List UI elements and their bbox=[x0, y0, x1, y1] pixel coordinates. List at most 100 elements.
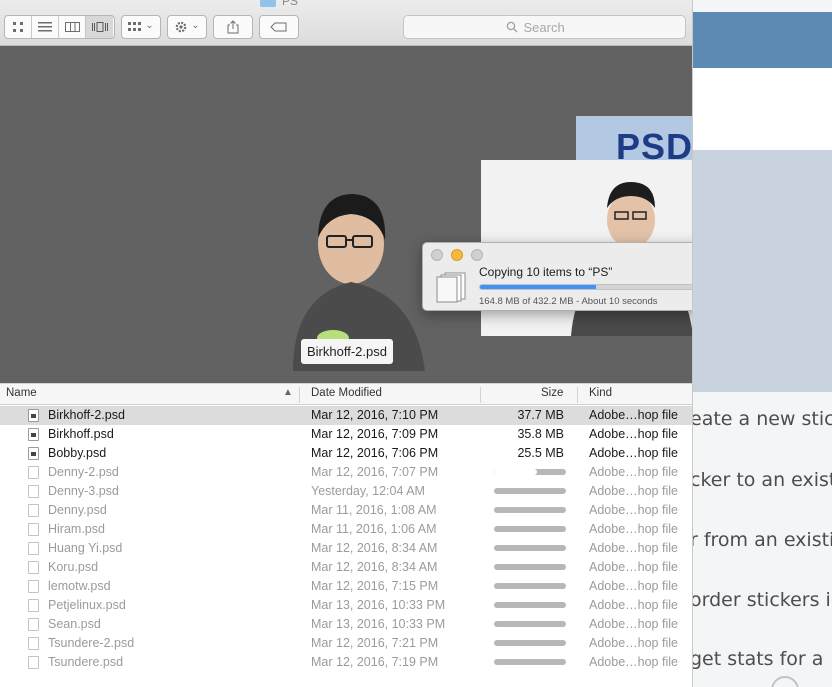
psd-file-icon bbox=[28, 485, 39, 498]
file-row[interactable]: Petjelinux.psd Mar 13, 2016, 10:33 PM Adob… bbox=[0, 596, 692, 615]
list-view-icon bbox=[38, 22, 52, 32]
psd-file-icon bbox=[28, 523, 39, 536]
preview-caption: Birkhoff-2.psd bbox=[301, 339, 393, 364]
copy-progress-dialog: Copying 10 items to “PS” 164.8 MB of 432… bbox=[422, 242, 692, 311]
file-size: 37.7 MB bbox=[517, 408, 564, 422]
close-window-button[interactable] bbox=[431, 249, 443, 261]
file-row[interactable]: Birkhoff-2.psd Mar 12, 2016, 7:10 PM 37.7 … bbox=[0, 406, 692, 425]
file-name: Birkhoff-2.psd bbox=[48, 408, 125, 422]
web-menu-line[interactable]: r from an existin bbox=[693, 529, 832, 551]
file-date-modified: Mar 12, 2016, 7:07 PM bbox=[311, 465, 439, 479]
column-divider[interactable] bbox=[480, 387, 481, 403]
file-date-modified: Mar 13, 2016, 10:33 PM bbox=[311, 617, 446, 631]
window-title-label: PS bbox=[282, 0, 299, 8]
column-view-button[interactable] bbox=[59, 16, 86, 38]
cover-flow-preview: PSD Birkhoff-2.psd bbox=[0, 46, 692, 383]
file-copy-progress-bar bbox=[494, 488, 566, 494]
file-name: Tsundere-2.psd bbox=[48, 636, 135, 650]
file-date-modified: Mar 12, 2016, 8:34 AM bbox=[311, 560, 438, 574]
arrange-button[interactable]: ⌄ bbox=[121, 15, 161, 39]
psd-file-icon bbox=[28, 466, 39, 479]
file-name: Tsundere.psd bbox=[48, 655, 124, 669]
file-row[interactable]: Birkhoff.psd Mar 12, 2016, 7:09 PM 35.8 MB… bbox=[0, 425, 692, 444]
column-header-kind[interactable]: Kind bbox=[589, 387, 612, 399]
psd-file-icon bbox=[28, 637, 39, 650]
file-row[interactable]: Sean.psd Mar 13, 2016, 10:33 PM Adobe…hop … bbox=[0, 615, 692, 634]
file-row[interactable]: Denny-3.psd Yesterday, 12:04 AM Adobe…hop … bbox=[0, 482, 692, 501]
psd-file-icon bbox=[28, 561, 39, 574]
share-button[interactable] bbox=[213, 15, 253, 39]
file-name: Hiram.psd bbox=[48, 522, 105, 536]
file-kind: Adobe…hop file bbox=[589, 446, 678, 460]
file-copy-progress-bar bbox=[494, 507, 566, 513]
copy-status-text: 164.8 MB of 432.2 MB - About 10 seconds bbox=[479, 296, 658, 307]
tag-icon bbox=[270, 22, 287, 32]
file-kind: Adobe…hop file bbox=[589, 560, 678, 574]
minimize-window-button[interactable] bbox=[451, 249, 463, 261]
file-name: lemotw.psd bbox=[48, 579, 111, 593]
search-field[interactable] bbox=[403, 15, 686, 39]
file-row[interactable]: Bobby.psd Mar 12, 2016, 7:06 PM 25.5 MB Ado… bbox=[0, 444, 692, 463]
file-kind: Adobe…hop file bbox=[589, 484, 678, 498]
web-hero-image bbox=[693, 150, 832, 392]
share-icon bbox=[227, 20, 239, 34]
web-menu-line[interactable]: get stats for a bbox=[693, 648, 823, 670]
file-row[interactable]: Tsundere-2.psd Mar 12, 2016, 7:21 PM Adobe… bbox=[0, 634, 692, 653]
file-name: Koru.psd bbox=[48, 560, 99, 574]
documents-icon bbox=[436, 272, 466, 303]
file-date-modified: Mar 12, 2016, 7:15 PM bbox=[311, 579, 439, 593]
action-button[interactable]: ⌄ bbox=[167, 15, 207, 39]
finder-window: PS ⌄ ⌄ Search PSD Birkhoff-2.psd Name ▲ … bbox=[0, 0, 693, 687]
icon-view-button[interactable] bbox=[5, 16, 32, 38]
web-menu-line[interactable]: cker to an existin bbox=[693, 469, 832, 491]
file-size: 25.5 MB bbox=[517, 446, 564, 460]
file-name: Birkhoff.psd bbox=[48, 427, 114, 441]
file-row[interactable]: Hiram.psd Mar 11, 2016, 1:06 AM Adobe…hop … bbox=[0, 520, 692, 539]
column-header-size[interactable]: Size bbox=[541, 387, 563, 399]
scroll-top-icon[interactable] bbox=[771, 676, 799, 687]
tag-button[interactable] bbox=[259, 15, 299, 39]
column-header-date[interactable]: Date Modified bbox=[311, 387, 382, 399]
psd-file-icon bbox=[28, 504, 39, 517]
psd-file-icon bbox=[28, 542, 39, 555]
zoom-window-button[interactable] bbox=[471, 249, 483, 261]
file-date-modified: Mar 12, 2016, 8:34 AM bbox=[311, 541, 438, 555]
file-row[interactable]: Tsundere.psd Mar 12, 2016, 7:19 PM Adobe…h… bbox=[0, 653, 692, 672]
sort-ascending-icon: ▲ bbox=[283, 387, 293, 398]
psd-file-icon bbox=[28, 656, 39, 669]
file-kind: Adobe…hop file bbox=[589, 541, 678, 555]
file-date-modified: Yesterday, 12:04 AM bbox=[311, 484, 425, 498]
chevron-down-icon: ⌄ bbox=[145, 19, 154, 31]
file-row[interactable]: Denny-2.psd Mar 12, 2016, 7:07 PM Adobe…ho… bbox=[0, 463, 692, 482]
column-header-name[interactable]: Name bbox=[6, 387, 37, 399]
file-kind: Adobe…hop file bbox=[589, 636, 678, 650]
file-copy-progress-bar bbox=[494, 621, 566, 627]
file-kind: Adobe…hop file bbox=[589, 655, 678, 669]
chevron-down-icon: ⌄ bbox=[191, 19, 200, 31]
column-divider[interactable] bbox=[577, 387, 578, 403]
web-menu-line[interactable]: order stickers in bbox=[693, 589, 832, 611]
psd-file-icon bbox=[28, 447, 39, 460]
column-divider[interactable] bbox=[299, 387, 300, 403]
file-date-modified: Mar 12, 2016, 7:21 PM bbox=[311, 636, 439, 650]
file-copy-progress-bar bbox=[494, 564, 566, 570]
list-view-button[interactable] bbox=[32, 16, 59, 38]
file-kind: Adobe…hop file bbox=[589, 579, 678, 593]
view-mode-selector bbox=[4, 15, 115, 39]
file-row[interactable]: Koru.psd Mar 12, 2016, 8:34 AM Adobe…hop f… bbox=[0, 558, 692, 577]
file-copy-progress-bar bbox=[494, 545, 566, 551]
psd-file-icon bbox=[28, 580, 39, 593]
file-row[interactable]: lemotw.psd Mar 12, 2016, 7:15 PM Adobe…hop… bbox=[0, 577, 692, 596]
file-name: Huang Yi.psd bbox=[48, 541, 123, 555]
file-name: Petjelinux.psd bbox=[48, 598, 126, 612]
cover-flow-view-button[interactable] bbox=[86, 16, 113, 38]
search-input[interactable] bbox=[523, 19, 584, 35]
file-kind: Adobe…hop file bbox=[589, 465, 678, 479]
gear-icon bbox=[175, 21, 187, 33]
file-row[interactable]: Huang Yi.psd Mar 12, 2016, 8:34 AM Adobe…h… bbox=[0, 539, 692, 558]
file-kind: Adobe…hop file bbox=[589, 617, 678, 631]
copy-progress-bar bbox=[479, 284, 692, 290]
file-row[interactable]: Denny.psd Mar 11, 2016, 1:08 AM Adobe…hop … bbox=[0, 501, 692, 520]
file-name: Bobby.psd bbox=[48, 446, 107, 460]
web-menu-line[interactable]: eate a new sticke bbox=[693, 408, 832, 430]
